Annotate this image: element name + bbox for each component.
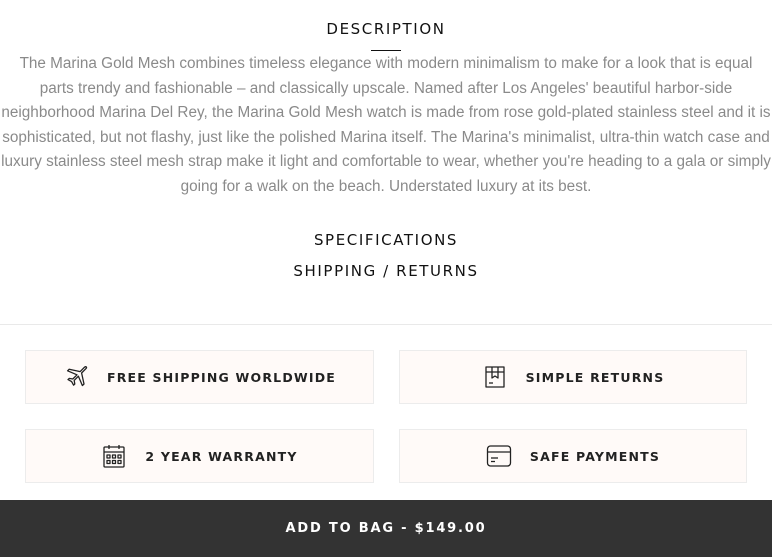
feature-simple-returns[interactable]: SIMPLE RETURNS bbox=[399, 350, 747, 404]
feature-free-shipping[interactable]: FREE SHIPPING WORLDWIDE bbox=[25, 350, 374, 404]
package-icon bbox=[482, 364, 508, 390]
credit-card-icon bbox=[486, 443, 512, 469]
feature-label: SIMPLE RETURNS bbox=[525, 369, 665, 385]
feature-label: 2 YEAR WARRANTY bbox=[145, 448, 298, 464]
calendar-icon bbox=[101, 443, 127, 469]
feature-warranty[interactable]: 2 YEAR WARRANTY bbox=[25, 429, 374, 483]
feature-label: SAFE PAYMENTS bbox=[529, 448, 661, 464]
feature-safe-payments[interactable]: SAFE PAYMENTS bbox=[399, 429, 747, 483]
section-divider bbox=[0, 324, 772, 325]
specifications-heading[interactable]: SPECIFICATIONS bbox=[0, 231, 772, 249]
shipping-returns-heading[interactable]: SHIPPING / RETURNS bbox=[0, 262, 772, 280]
feature-label: FREE SHIPPING WORLDWIDE bbox=[106, 369, 337, 385]
description-heading[interactable]: DESCRIPTION bbox=[0, 20, 772, 38]
add-to-bag-label: ADD TO BAG - $149.00 bbox=[285, 521, 487, 536]
description-text: The Marina Gold Mesh combines timeless e… bbox=[1, 55, 771, 195]
description-underline bbox=[371, 50, 401, 51]
add-to-bag-button[interactable]: ADD TO BAG - $149.00 bbox=[0, 500, 772, 557]
airplane-icon bbox=[63, 364, 89, 390]
